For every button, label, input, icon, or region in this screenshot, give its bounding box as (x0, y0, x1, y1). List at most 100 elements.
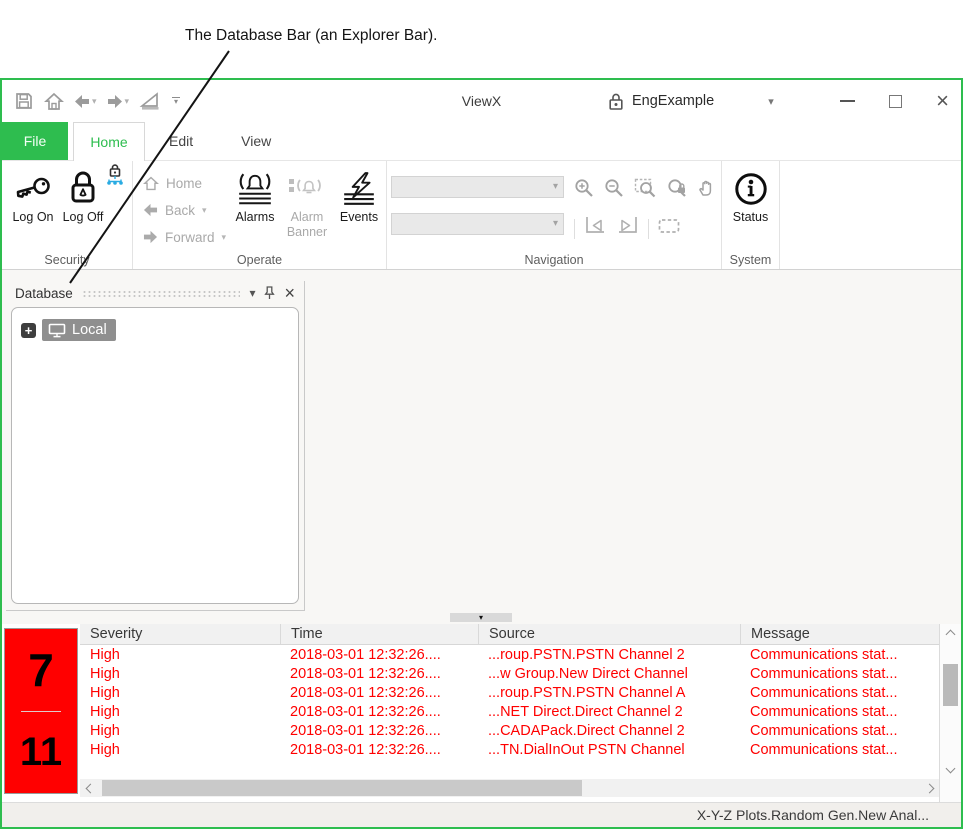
design-mode-icon (139, 91, 159, 110)
vertical-scrollbar[interactable] (939, 624, 961, 802)
minimize-icon[interactable] (840, 100, 856, 102)
cell-message: Communications stat... (750, 646, 898, 663)
navigation-combo-1[interactable]: ▾ (391, 176, 564, 198)
navigation-combo-2[interactable]: ▾ (391, 213, 564, 235)
panel-close-button[interactable]: × (284, 284, 295, 302)
tree-item-local[interactable]: + Local (21, 319, 289, 341)
close-icon[interactable]: × (936, 90, 949, 112)
previous-view-button[interactable] (584, 216, 607, 241)
tab-home[interactable]: Home (73, 122, 145, 161)
cell-time: 2018-03-01 12:32:26.... (290, 703, 441, 720)
vertical-scroll-thumb[interactable] (943, 664, 958, 706)
panel-pin-button[interactable] (264, 286, 276, 300)
alarm-banner-button[interactable]: Alarm Banner (281, 165, 333, 251)
operate-back-button[interactable]: Back ▾ (143, 198, 232, 222)
document-dropdown-arrow[interactable]: ▾ (768, 95, 774, 108)
forward-dropdown-arrow[interactable]: ▾ (125, 96, 130, 107)
tab-view[interactable]: View (217, 122, 295, 160)
tab-edit[interactable]: Edit (145, 122, 217, 160)
panel-menu-button[interactable]: ▾ (249, 286, 255, 300)
database-panel-header[interactable]: Database ▾ × (6, 281, 304, 305)
events-icon (344, 172, 374, 205)
cell-source: ...NET Direct.Direct Channel 2 (488, 703, 683, 720)
zoom-area-button[interactable] (658, 217, 681, 240)
forward-menu-arrow[interactable]: ▾ (222, 232, 227, 243)
local-node[interactable]: Local (42, 319, 116, 341)
document-selector[interactable]: EngExample ▾ (608, 80, 774, 122)
computer-icon (48, 323, 66, 337)
alarms-button[interactable]: Alarms (232, 165, 278, 251)
cell-message: Communications stat... (750, 684, 898, 701)
operate-home-label: Home (166, 175, 203, 191)
zoom-out-button[interactable] (604, 178, 625, 203)
status-button[interactable]: Status (728, 165, 774, 251)
operate-group-label: Operate (236, 253, 283, 267)
tree-expand-button[interactable]: + (21, 322, 36, 338)
alarm-count-box[interactable]: 7 11 (4, 628, 78, 794)
save-icon (16, 93, 32, 109)
alarm-count-bottom: 11 (19, 729, 63, 774)
forward-button[interactable]: ▾ (107, 94, 130, 109)
horizontal-scrollbar[interactable] (80, 779, 939, 797)
house-icon (143, 176, 159, 190)
cell-time: 2018-03-01 12:32:26.... (290, 665, 441, 682)
alarm-row[interactable]: High 2018-03-01 12:32:26.... ...roup.PST… (80, 683, 939, 702)
back-dropdown-arrow[interactable]: ▾ (92, 96, 97, 107)
column-header-severity[interactable]: Severity (80, 624, 280, 644)
alarm-row[interactable]: High 2018-03-01 12:32:26.... ...roup.PST… (80, 645, 939, 664)
column-header-message[interactable]: Message (740, 624, 939, 644)
events-label: Events (339, 210, 379, 224)
forward-arrow-icon (143, 230, 158, 244)
column-header-time[interactable]: Time (280, 624, 478, 644)
scroll-down-icon[interactable] (945, 763, 956, 774)
vertical-scroll-track[interactable] (940, 638, 961, 765)
zoom-lock-button[interactable] (666, 178, 688, 203)
column-header-source[interactable]: Source (478, 624, 740, 644)
cell-source: ...TN.DialInOut PSTN Channel (488, 741, 685, 758)
log-off-button[interactable]: Log Off (60, 165, 106, 225)
status-label: Status (732, 210, 769, 224)
nav-separator (574, 218, 575, 239)
pane-splitter-handle[interactable]: ▾ (450, 613, 512, 622)
log-on-button[interactable]: Log On (10, 165, 56, 225)
events-button[interactable]: Events (336, 165, 382, 251)
panel-drag-handle[interactable] (81, 290, 241, 299)
cell-message: Communications stat... (750, 665, 898, 682)
ribbon-group-security: Log On Log Off Security (2, 161, 133, 269)
key-icon (16, 177, 50, 198)
tab-file[interactable]: File (2, 122, 68, 160)
ribbon-group-system: Status System (722, 161, 780, 269)
alarm-row[interactable]: High 2018-03-01 12:32:26.... ...NET Dire… (80, 702, 939, 721)
security-policy-button[interactable] (105, 164, 125, 191)
cell-source: ...w Group.New Direct Channel (488, 665, 688, 682)
maximize-icon[interactable] (889, 94, 903, 108)
scroll-right-icon[interactable] (919, 779, 939, 797)
cell-time: 2018-03-01 12:32:26.... (290, 646, 441, 663)
horizontal-scroll-thumb[interactable] (102, 780, 582, 796)
back-button[interactable]: ▾ (74, 94, 97, 109)
back-icon (75, 94, 89, 108)
operate-home-button[interactable]: Home (143, 171, 232, 195)
network-lock-icon (107, 164, 123, 185)
back-menu-arrow[interactable]: ▾ (202, 205, 207, 216)
zoom-lock-icon (668, 179, 686, 197)
alarm-row[interactable]: High 2018-03-01 12:32:26.... ...TN.DialI… (80, 740, 939, 759)
pan-button[interactable] (697, 178, 717, 203)
operate-forward-button[interactable]: Forward ▾ (143, 225, 232, 249)
scroll-left-icon[interactable] (80, 779, 100, 797)
alarm-row[interactable]: High 2018-03-01 12:32:26.... ...CADAPack… (80, 721, 939, 740)
cell-severity: High (90, 684, 120, 701)
zoom-original-button[interactable] (634, 178, 657, 203)
zoom-in-button[interactable] (574, 178, 595, 203)
next-view-button[interactable] (616, 216, 639, 241)
horizontal-scroll-track[interactable] (100, 779, 919, 797)
home-button[interactable] (44, 92, 64, 111)
design-mode-button[interactable] (139, 91, 162, 111)
database-tree: + Local (11, 307, 299, 604)
save-button[interactable] (14, 91, 34, 111)
status-bar-text: X-Y-Z Plots.Random Gen.New Anal... (696, 807, 929, 823)
alarm-row[interactable]: High 2018-03-01 12:32:26.... ...w Group.… (80, 664, 939, 683)
cell-severity: High (90, 646, 120, 663)
customize-qat-button[interactable]: ▾ (172, 96, 181, 106)
forward-icon (107, 94, 122, 108)
